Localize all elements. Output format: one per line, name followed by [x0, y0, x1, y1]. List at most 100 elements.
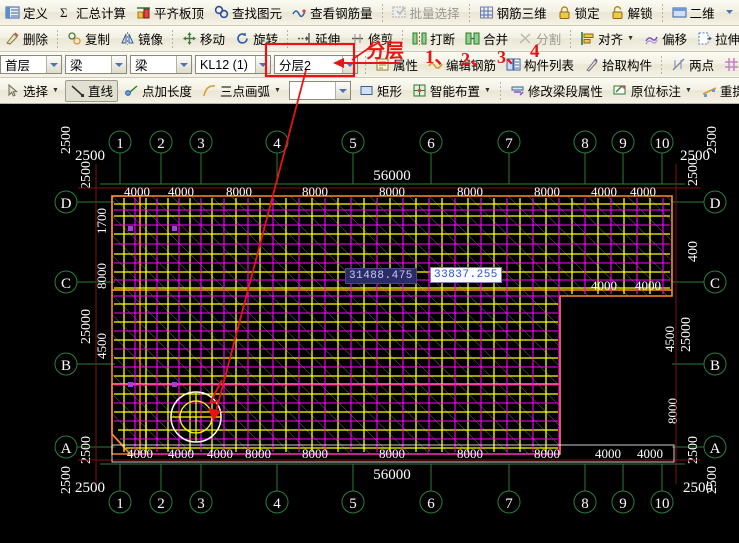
toolbar-button-move[interactable]: 移动: [178, 28, 229, 50]
toolbar-button-rectangle[interactable]: 矩形: [355, 80, 406, 102]
member-list-icon: [506, 57, 521, 72]
toolbar-button-batch-select[interactable]: 批量选择: [388, 2, 464, 24]
toolbar-separator: [381, 3, 383, 22]
toolbar-button-trim[interactable]: 修剪: [346, 28, 397, 50]
toolbar-button-delete[interactable]: 删除: [1, 28, 52, 50]
member-combo[interactable]: KL12 (1): [195, 55, 271, 74]
offset-icon: [644, 31, 659, 46]
toolbar-button-edit-beam-segment[interactable]: 修改梁段属性: [506, 80, 607, 102]
toolbar-button-offset[interactable]: 偏移: [640, 28, 691, 50]
type-combo[interactable]: 梁: [130, 55, 192, 74]
floor-combo-value: 首层: [5, 59, 31, 73]
toolbar-button-align-slab-top[interactable]: 平齐板顶: [132, 2, 208, 24]
right-dim: 25000: [679, 317, 694, 352]
chevron-down-icon[interactable]: [255, 56, 270, 73]
chevron-down-icon: [723, 5, 736, 20]
toolbar-button-rebar-3d[interactable]: 钢筋三维: [475, 2, 551, 24]
grid-label-bottom: 6: [427, 496, 435, 512]
copy-icon: [67, 31, 82, 46]
toolbar-separator: [57, 29, 59, 48]
toolbar-button-three-point-arc[interactable]: 三点画弧 ▼: [198, 80, 285, 102]
delete-icon: [5, 31, 20, 46]
lock-icon: [557, 5, 572, 20]
chevron-down-icon[interactable]: [334, 82, 350, 99]
toolbar-button-find-element[interactable]: 查找图元: [210, 2, 286, 24]
toolbar-button-label: 修改梁段属性: [527, 85, 603, 99]
trim-icon: [350, 31, 365, 46]
chevron-down-icon[interactable]: ▼: [274, 87, 281, 94]
toolbar-stack: 定义 Σ 汇总计算 平齐板顶 查找图元 查看钢筋量 批量选择 钢筋三维 锁定 解…: [0, 0, 739, 104]
toolbar-button-lock[interactable]: 锁定: [553, 2, 604, 24]
overall-dimension-top: 56000: [373, 168, 411, 184]
category-combo[interactable]: 梁: [65, 55, 127, 74]
rectangle-icon: [359, 83, 374, 98]
toolbar-button-label: 合并: [483, 33, 509, 47]
toolbar-button-view-rebar-qty[interactable]: 查看钢筋量: [288, 2, 377, 24]
toolbar-button-pick-member[interactable]: 拾取构件: [580, 54, 656, 76]
toolbar-button-rotate[interactable]: 旋转: [231, 28, 282, 50]
two-point-icon: [671, 57, 686, 72]
toolbar-button-smart-layout[interactable]: 智能布置 ▼: [408, 80, 495, 102]
toolbar-button-label: 对齐: [598, 33, 624, 47]
toolbar-button-two-d[interactable]: 二维: [668, 2, 719, 24]
right-dim: 8000: [665, 398, 680, 424]
toolbar-button-label: 平齐板顶: [154, 7, 205, 21]
dim-chain-top: 8000: [226, 184, 252, 199]
toolbar-button-two-point[interactable]: 两点: [667, 54, 718, 76]
chevron-down-icon[interactable]: [111, 56, 126, 73]
batch-select-icon: [392, 5, 407, 20]
dim-chain-top: 8000: [302, 184, 328, 199]
select-arrow-icon: [5, 83, 20, 98]
toolbar-button-member-list[interactable]: 构件列表: [502, 54, 578, 76]
grid-label-bottom: 10: [655, 496, 670, 512]
toolbar-button-select[interactable]: 选择 ▼: [1, 80, 63, 102]
toolbar-separator: [402, 29, 404, 48]
toolbar-button-split[interactable]: 分割: [514, 28, 565, 50]
toolbar-button-break[interactable]: 打断: [408, 28, 459, 50]
toolbar-button-label: 钢筋三维: [496, 7, 547, 21]
toolbar-button-line[interactable]: 直线: [64, 79, 118, 102]
chevron-down-icon[interactable]: [176, 56, 191, 73]
toolbar-button-copy[interactable]: 复制: [63, 28, 114, 50]
toolbar-button-unlock[interactable]: 解锁: [606, 2, 657, 24]
two-d-dropdown[interactable]: [721, 2, 738, 24]
edit-beam-seg-icon: [510, 83, 525, 98]
dim-chain-top: 4000: [168, 184, 194, 199]
toolbar-row-1: 定义 Σ 汇总计算 平齐板顶 查找图元 查看钢筋量 批量选择 钢筋三维 锁定 解…: [0, 0, 739, 26]
toolbar-button-summary-calc[interactable]: Σ 汇总计算: [54, 2, 130, 24]
toolbar-button-mirror[interactable]: 镜像: [116, 28, 167, 50]
toolbar-button-properties[interactable]: 属性: [371, 54, 422, 76]
toolbar-button-label: 编辑钢筋: [446, 59, 497, 73]
grid-label-bottom: 7: [505, 496, 513, 512]
chevron-down-icon[interactable]: [46, 56, 61, 73]
chevron-down-icon[interactable]: ▼: [627, 35, 634, 42]
dim-chain-bottom: 8000: [534, 446, 560, 461]
chevron-down-icon[interactable]: [342, 56, 357, 73]
toolbar-separator: [570, 29, 572, 48]
layer-combo[interactable]: 分层2: [274, 55, 358, 74]
chevron-down-icon[interactable]: ▼: [484, 87, 491, 94]
arc-option-combo[interactable]: [288, 81, 351, 100]
toolbar-button-merge[interactable]: 合并: [461, 28, 512, 50]
toolbar-button-define[interactable]: 定义: [1, 2, 52, 24]
floor-combo[interactable]: 首层: [0, 55, 62, 74]
toolbar-button-label: 复制: [85, 33, 111, 47]
merge-icon: [465, 31, 480, 46]
dim-chain-top: 8000: [534, 184, 560, 199]
toolbar-button-label: 查找图元: [232, 7, 283, 21]
chevron-down-icon[interactable]: ▼: [52, 87, 59, 94]
toolbar-button-in-situ-annotation[interactable]: 原位标注 ▼: [609, 80, 696, 102]
toolbar-button-point-length[interactable]: 点加长度: [120, 80, 196, 102]
overall-dimension-bottom: 56000: [373, 467, 411, 483]
toolbar-button-stretch[interactable]: 拉伸: [693, 28, 739, 50]
toolbar-button-re-extract-span[interactable]: 重提梁跨: [698, 80, 739, 102]
chevron-down-icon[interactable]: ▼: [685, 87, 692, 94]
cad-drawing-canvas[interactable]: 1 2 3 4 5 6 7 8 9 10 56000 2500 2500 250…: [0, 104, 739, 543]
toolbar-button-extend[interactable]: 延伸: [293, 28, 344, 50]
toolbar-button-label: 镜像: [138, 33, 164, 47]
toolbar-separator: [287, 29, 289, 48]
dim-chain-top: 4000: [591, 184, 617, 199]
toolbar-button-align[interactable]: 对齐 ▼: [576, 28, 638, 50]
toolbar-button-edit-rebar[interactable]: 编辑钢筋: [424, 54, 500, 76]
toolbar-button-parallel[interactable]: 平行: [720, 54, 739, 76]
